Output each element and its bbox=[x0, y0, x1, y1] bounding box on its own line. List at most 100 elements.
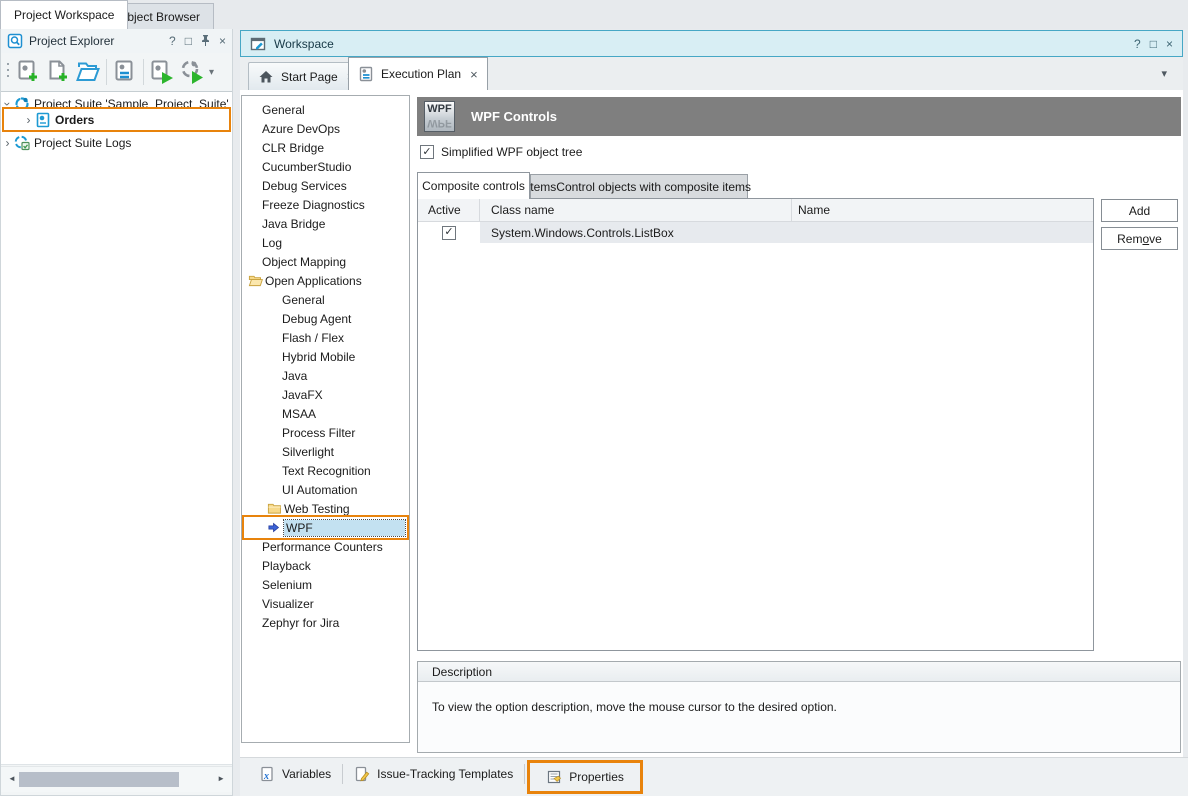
nav-item-flash-flex[interactable]: Flash / Flex bbox=[242, 328, 409, 347]
workspace-content: General Azure DevOps CLR Bridge Cucumber… bbox=[240, 90, 1183, 757]
nav-item-wpf[interactable]: WPF bbox=[242, 518, 409, 537]
nav-item-debug-agent[interactable]: Debug Agent bbox=[242, 309, 409, 328]
project-tree: › Project Suite 'Sample_Project_Suite' (… bbox=[1, 91, 232, 765]
nav-item-clr-bridge[interactable]: CLR Bridge bbox=[242, 138, 409, 157]
properties-highlight-box: Properties bbox=[527, 760, 643, 794]
tree-item-orders[interactable]: Orders bbox=[55, 113, 94, 127]
row-active-checkbox[interactable]: ✓ bbox=[442, 226, 456, 240]
column-class-name[interactable]: Class name bbox=[480, 199, 792, 221]
close-tab-icon[interactable]: × bbox=[470, 67, 478, 82]
wpf-controls-header: WPF WPF WPF Controls bbox=[417, 97, 1181, 136]
nav-item-web-testing[interactable]: Web Testing bbox=[242, 499, 409, 518]
row-class-name[interactable]: System.Windows.Controls.ListBox bbox=[480, 222, 792, 243]
chevron-right-icon[interactable]: › bbox=[1, 136, 14, 150]
description-title: Description bbox=[418, 662, 1180, 682]
tab-variables[interactable]: x Variables bbox=[248, 760, 342, 788]
horizontal-scrollbar[interactable]: ◄ ► bbox=[1, 766, 232, 792]
scroll-left-icon[interactable]: ◄ bbox=[8, 774, 16, 783]
nav-item-javafx[interactable]: JavaFX bbox=[242, 385, 409, 404]
nav-item-ui-automation[interactable]: UI Automation bbox=[242, 480, 409, 499]
nav-item-debug-services[interactable]: Debug Services bbox=[242, 176, 409, 195]
new-project-suite-button[interactable] bbox=[13, 56, 43, 88]
simplified-tree-checkbox[interactable]: ✓ bbox=[420, 145, 434, 159]
nav-item-silverlight[interactable]: Silverlight bbox=[242, 442, 409, 461]
logs-icon bbox=[14, 135, 30, 151]
tab-project-workspace-label: Project Workspace bbox=[14, 8, 114, 22]
column-active[interactable]: Active bbox=[418, 199, 480, 221]
help-icon[interactable]: ? bbox=[169, 35, 176, 47]
run-dropdown-icon[interactable]: ▾ bbox=[209, 67, 214, 78]
project-explorer-toolbar: ▾ bbox=[1, 53, 232, 91]
column-name[interactable]: Name bbox=[792, 199, 1093, 221]
tab-composite-controls[interactable]: Composite controls bbox=[417, 172, 530, 199]
nav-item-object-mapping[interactable]: Object Mapping bbox=[242, 252, 409, 271]
nav-item-selenium[interactable]: Selenium bbox=[242, 575, 409, 594]
pin-icon[interactable] bbox=[201, 35, 210, 48]
simplified-tree-label: Simplified WPF object tree bbox=[441, 145, 582, 159]
nav-item-open-applications[interactable]: Open Applications bbox=[242, 271, 409, 290]
new-project-button[interactable] bbox=[43, 56, 73, 88]
nav-item-azure-devops[interactable]: Azure DevOps bbox=[242, 119, 409, 138]
nav-item-freeze-diagnostics[interactable]: Freeze Diagnostics bbox=[242, 195, 409, 214]
nav-item-java[interactable]: Java bbox=[242, 366, 409, 385]
orders-highlight-box: › Orders bbox=[2, 107, 231, 132]
bottom-tab-bar: x Variables Issue-Tracking Templates Pro… bbox=[240, 757, 1188, 796]
toolbar-grip[interactable] bbox=[5, 61, 11, 83]
nav-item-process-filter[interactable]: Process Filter bbox=[242, 423, 409, 442]
tab-start-page-label: Start Page bbox=[281, 70, 338, 84]
help-icon[interactable]: ? bbox=[1134, 38, 1141, 50]
tab-start-page[interactable]: Start Page × bbox=[248, 62, 364, 90]
chevron-right-icon[interactable]: › bbox=[22, 113, 35, 127]
tab-itemscontrol-objects[interactable]: ItemsControl objects with composite item… bbox=[530, 174, 748, 198]
table-header: Active Class name Name bbox=[418, 199, 1093, 222]
nav-item-visualizer[interactable]: Visualizer bbox=[242, 594, 409, 613]
project-explorer-icon bbox=[7, 33, 23, 49]
run-project-suite-button[interactable] bbox=[177, 56, 207, 88]
simplified-tree-option[interactable]: ✓ Simplified WPF object tree bbox=[420, 145, 582, 159]
maximize-icon[interactable]: □ bbox=[185, 35, 192, 47]
nav-item-playback[interactable]: Playback bbox=[242, 556, 409, 575]
execution-plan-icon bbox=[358, 66, 374, 82]
close-icon[interactable]: × bbox=[219, 35, 226, 47]
run-project-button[interactable] bbox=[147, 56, 177, 88]
nav-item-open-apps-general[interactable]: General bbox=[242, 290, 409, 309]
tab-list-dropdown-icon[interactable]: ▾ bbox=[1161, 67, 1167, 80]
tab-execution-plan[interactable]: Execution Plan × bbox=[348, 57, 488, 90]
close-icon[interactable]: × bbox=[1166, 38, 1173, 50]
nav-item-general[interactable]: General bbox=[242, 100, 409, 119]
home-icon bbox=[258, 69, 274, 85]
scroll-right-icon[interactable]: ► bbox=[217, 774, 225, 783]
tab-project-workspace[interactable]: Project Workspace bbox=[0, 0, 128, 29]
table-row[interactable]: ✓ System.Windows.Controls.ListBox bbox=[418, 222, 1093, 243]
description-text: To view the option description, move the… bbox=[418, 682, 1180, 714]
properties-icon bbox=[546, 769, 562, 785]
nav-item-performance-counters[interactable]: Performance Counters bbox=[242, 537, 409, 556]
scrollbar-thumb[interactable] bbox=[19, 772, 179, 787]
variables-icon: x bbox=[259, 766, 275, 782]
add-button[interactable]: Add bbox=[1101, 199, 1178, 222]
open-file-button[interactable] bbox=[73, 56, 103, 88]
nav-item-java-bridge[interactable]: Java Bridge bbox=[242, 214, 409, 233]
nav-item-log[interactable]: Log bbox=[242, 233, 409, 252]
workspace-title: Workspace bbox=[274, 37, 1126, 51]
tab-object-browser-label: Object Browser bbox=[118, 10, 200, 24]
options-nav: General Azure DevOps CLR Bridge Cucumber… bbox=[241, 95, 410, 743]
top-tab-bar: Project Workspace Object Browser bbox=[0, 0, 1188, 29]
nav-item-msaa[interactable]: MSAA bbox=[242, 404, 409, 423]
maximize-icon[interactable]: □ bbox=[1150, 38, 1157, 50]
remove-button[interactable]: Remove bbox=[1101, 227, 1178, 250]
execution-plan-button[interactable] bbox=[110, 56, 140, 88]
issue-tracking-icon bbox=[354, 766, 370, 782]
tree-item-project-suite-logs[interactable]: › Project Suite Logs bbox=[1, 133, 232, 152]
nav-item-zephyr-for-jira[interactable]: Zephyr for Jira bbox=[242, 613, 409, 632]
nav-item-cucumberstudio[interactable]: CucumberStudio bbox=[242, 157, 409, 176]
nav-item-text-recognition[interactable]: Text Recognition bbox=[242, 461, 409, 480]
project-explorer-panel: Project Explorer ? □ × bbox=[0, 29, 233, 796]
arrow-right-icon bbox=[267, 521, 282, 534]
workspace-header: Workspace ? □ × bbox=[240, 30, 1183, 57]
row-name[interactable] bbox=[792, 222, 1093, 243]
tab-properties[interactable]: Properties bbox=[535, 763, 635, 791]
tab-execution-plan-label: Execution Plan bbox=[381, 67, 461, 81]
nav-item-hybrid-mobile[interactable]: Hybrid Mobile bbox=[242, 347, 409, 366]
tab-issue-tracking-templates[interactable]: Issue-Tracking Templates bbox=[343, 760, 524, 788]
